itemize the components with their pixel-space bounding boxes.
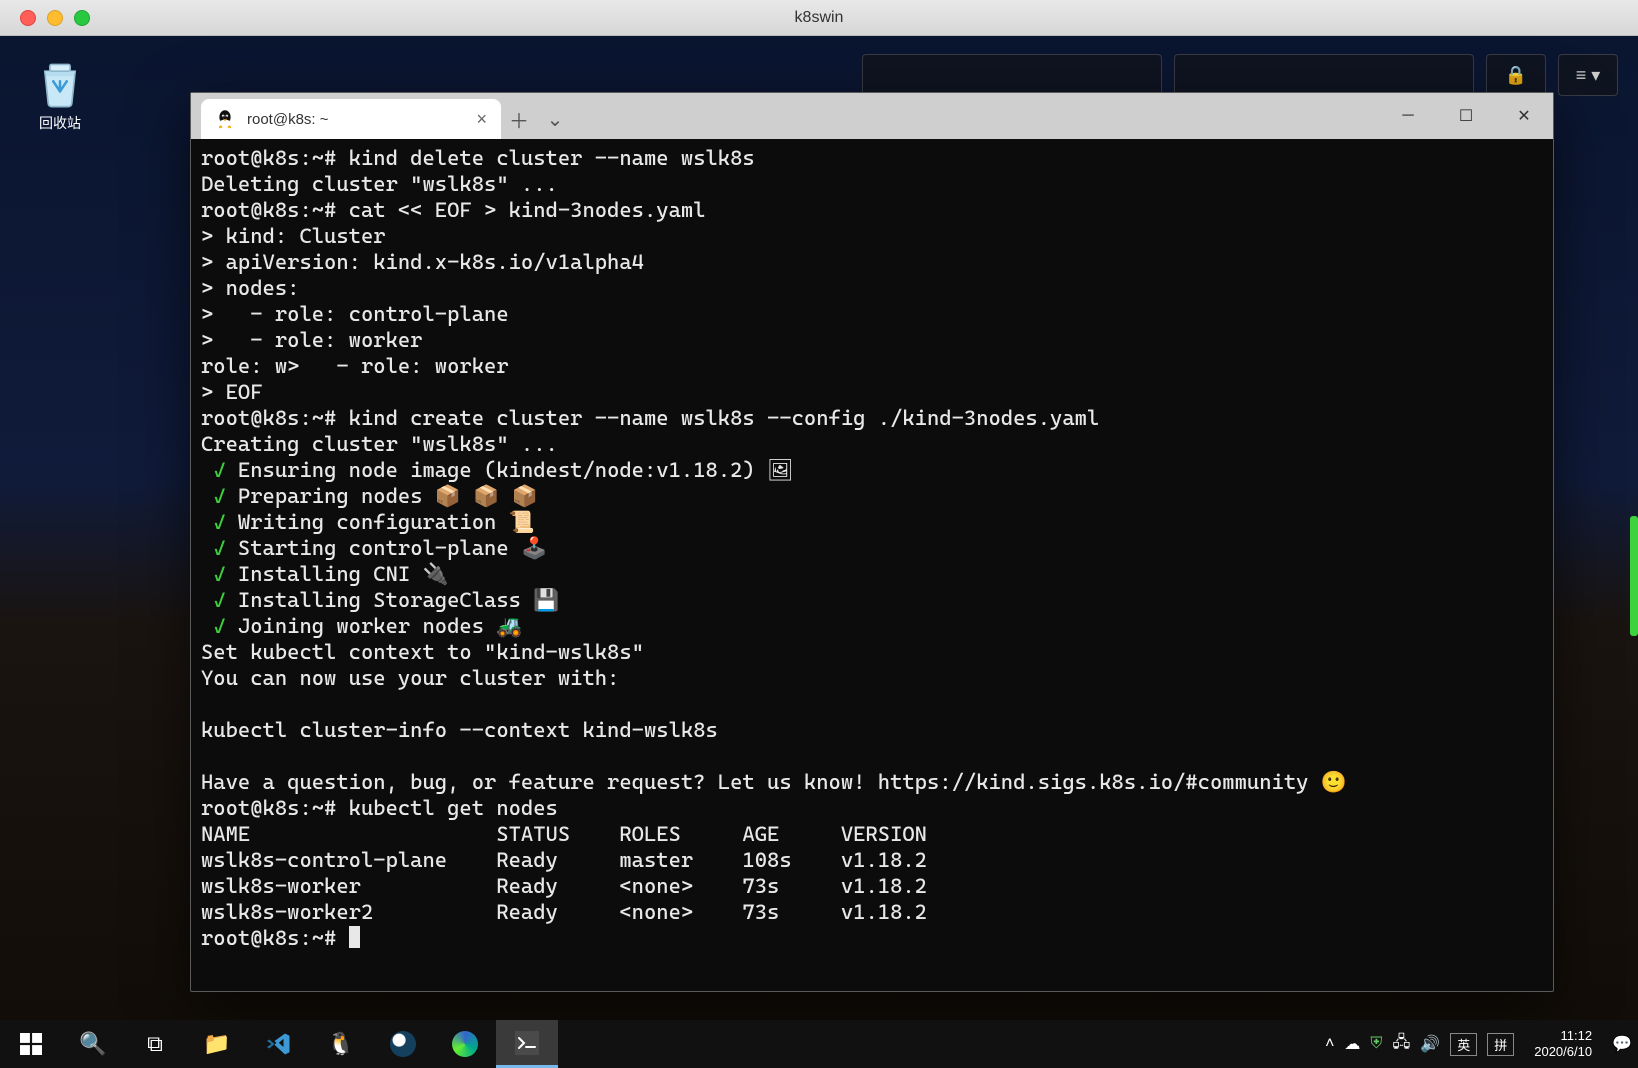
taskbar-qq-icon[interactable]: 🐧 [310,1020,372,1068]
terminal-tabbar: root@k8s: ~ × ＋ ⌄ ─ ☐ ✕ [191,93,1553,139]
start-button[interactable] [0,1020,62,1068]
tray-security-icon[interactable]: ⛨ [1370,1035,1382,1053]
tux-icon [215,109,235,129]
taskbar-taskview-icon[interactable]: ⧉ [124,1020,186,1068]
tray-onedrive-icon[interactable]: ☁ [1344,1034,1360,1054]
mac-window-title: k8swin [0,9,1638,27]
windows-taskbar: 🔍 ⧉ 📁 🐧 ˄ ☁ ⛨ 🖧 🔊 英 拼 11:12 2020/6/10 💬 [0,1020,1638,1068]
win-close-button[interactable]: ✕ [1495,93,1553,139]
tray-time: 11:12 [1561,1028,1593,1044]
taskbar-terminal-icon[interactable] [496,1020,558,1068]
terminal-tab-title: root@k8s: ~ [247,111,329,128]
terminal-new-tab-button[interactable]: ＋ [501,99,537,139]
taskbar-vscode-icon[interactable] [248,1020,310,1068]
taskbar-swirl-icon[interactable] [372,1020,434,1068]
win-maximize-button[interactable]: ☐ [1437,93,1495,139]
tray-ime-lang[interactable]: 英 [1450,1033,1477,1056]
terminal-body[interactable]: root@k8s:~# kind delete cluster --name w… [191,139,1553,991]
tray-clock[interactable]: 11:12 2020/6/10 [1524,1028,1602,1060]
tray-date: 2020/6/10 [1534,1044,1592,1060]
taskbar-search-icon[interactable]: 🔍 [62,1020,124,1068]
recycle-bin-label: 回收站 [20,113,100,133]
recycle-bin-icon[interactable]: 回收站 [20,56,100,133]
tray-network-icon[interactable]: 🖧 [1392,1031,1410,1058]
desktop-widget-menu-icon[interactable]: ≡ ▾ [1558,54,1618,96]
terminal-tab-dropdown-icon[interactable]: ⌄ [537,99,573,139]
tray-volume-icon[interactable]: 🔊 [1420,1034,1440,1054]
tray-chevron-icon[interactable]: ˄ [1325,1035,1334,1053]
remote-desktop: 回收站 🔒 ≡ ▾ root@k8s: ~ × ＋ ⌄ ─ ☐ ✕ root@k… [0,36,1638,1020]
tray-ime-mode[interactable]: 拼 [1487,1033,1514,1056]
taskbar-explorer-icon[interactable]: 📁 [186,1020,248,1068]
terminal-tab-close-icon[interactable]: × [476,109,487,130]
windows-logo-icon [20,1033,42,1055]
desktop-widget-lock-icon[interactable]: 🔒 [1486,54,1546,96]
terminal-tab-active[interactable]: root@k8s: ~ × [201,99,501,139]
taskbar-edge-icon[interactable] [434,1020,496,1068]
desktop-widget-large[interactable] [862,54,1162,96]
desktop-widget-notes[interactable] [1174,54,1474,96]
windows-terminal-window: root@k8s: ~ × ＋ ⌄ ─ ☐ ✕ root@k8s:~# kind… [190,92,1554,992]
mac-titlebar: k8swin [0,0,1638,36]
vm-scroll-indicator [1630,516,1638,636]
win-minimize-button[interactable]: ─ [1379,93,1437,139]
tray-notifications-icon[interactable]: 💬 [1612,1034,1632,1054]
